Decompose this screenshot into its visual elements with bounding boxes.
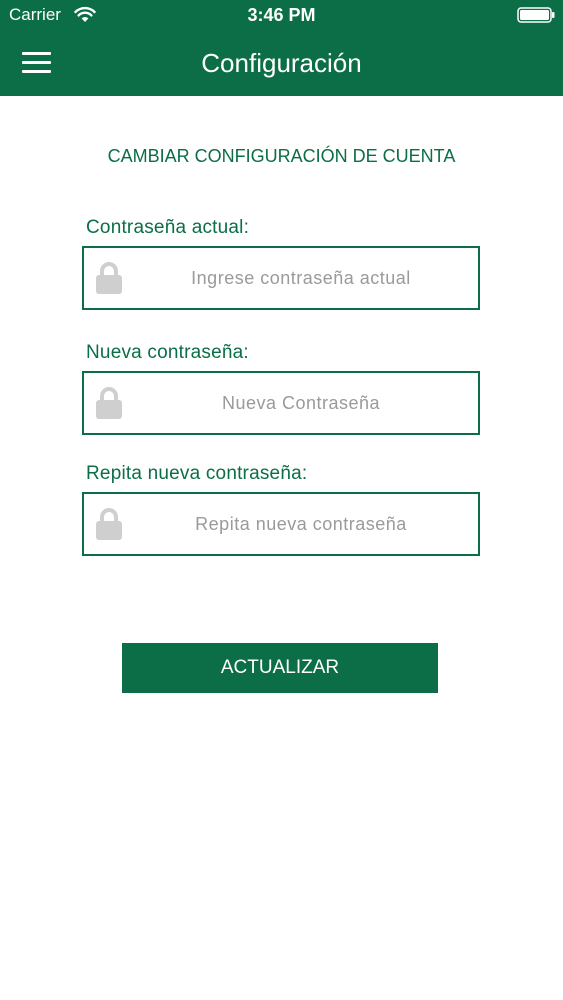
status-bar: Carrier 3:46 PM: [0, 0, 563, 30]
page-title: Configuración: [201, 48, 362, 78]
current-password-label: Contraseña actual:: [86, 217, 250, 238]
repeat-password-field-box: [82, 492, 480, 556]
battery-icon: [517, 7, 555, 23]
section-title: CAMBIAR CONFIGURACIÓN DE CUENTA: [107, 146, 456, 166]
nav-bar: Configuración: [0, 30, 563, 96]
new-password-field-box: [82, 371, 480, 435]
current-password-input[interactable]: [124, 248, 478, 308]
lock-icon: [96, 508, 122, 540]
repeat-password-input[interactable]: [124, 494, 478, 554]
lock-icon: [96, 387, 122, 419]
lock-icon: [96, 262, 122, 294]
status-time: 3:46 PM: [247, 5, 316, 25]
repeat-password-label: Repita nueva contraseña:: [86, 463, 308, 484]
update-button[interactable]: ACTUALIZAR: [122, 643, 438, 693]
current-password-field-box: [82, 246, 480, 310]
new-password-label: Nueva contraseña:: [86, 342, 249, 363]
new-password-input[interactable]: [124, 373, 478, 433]
